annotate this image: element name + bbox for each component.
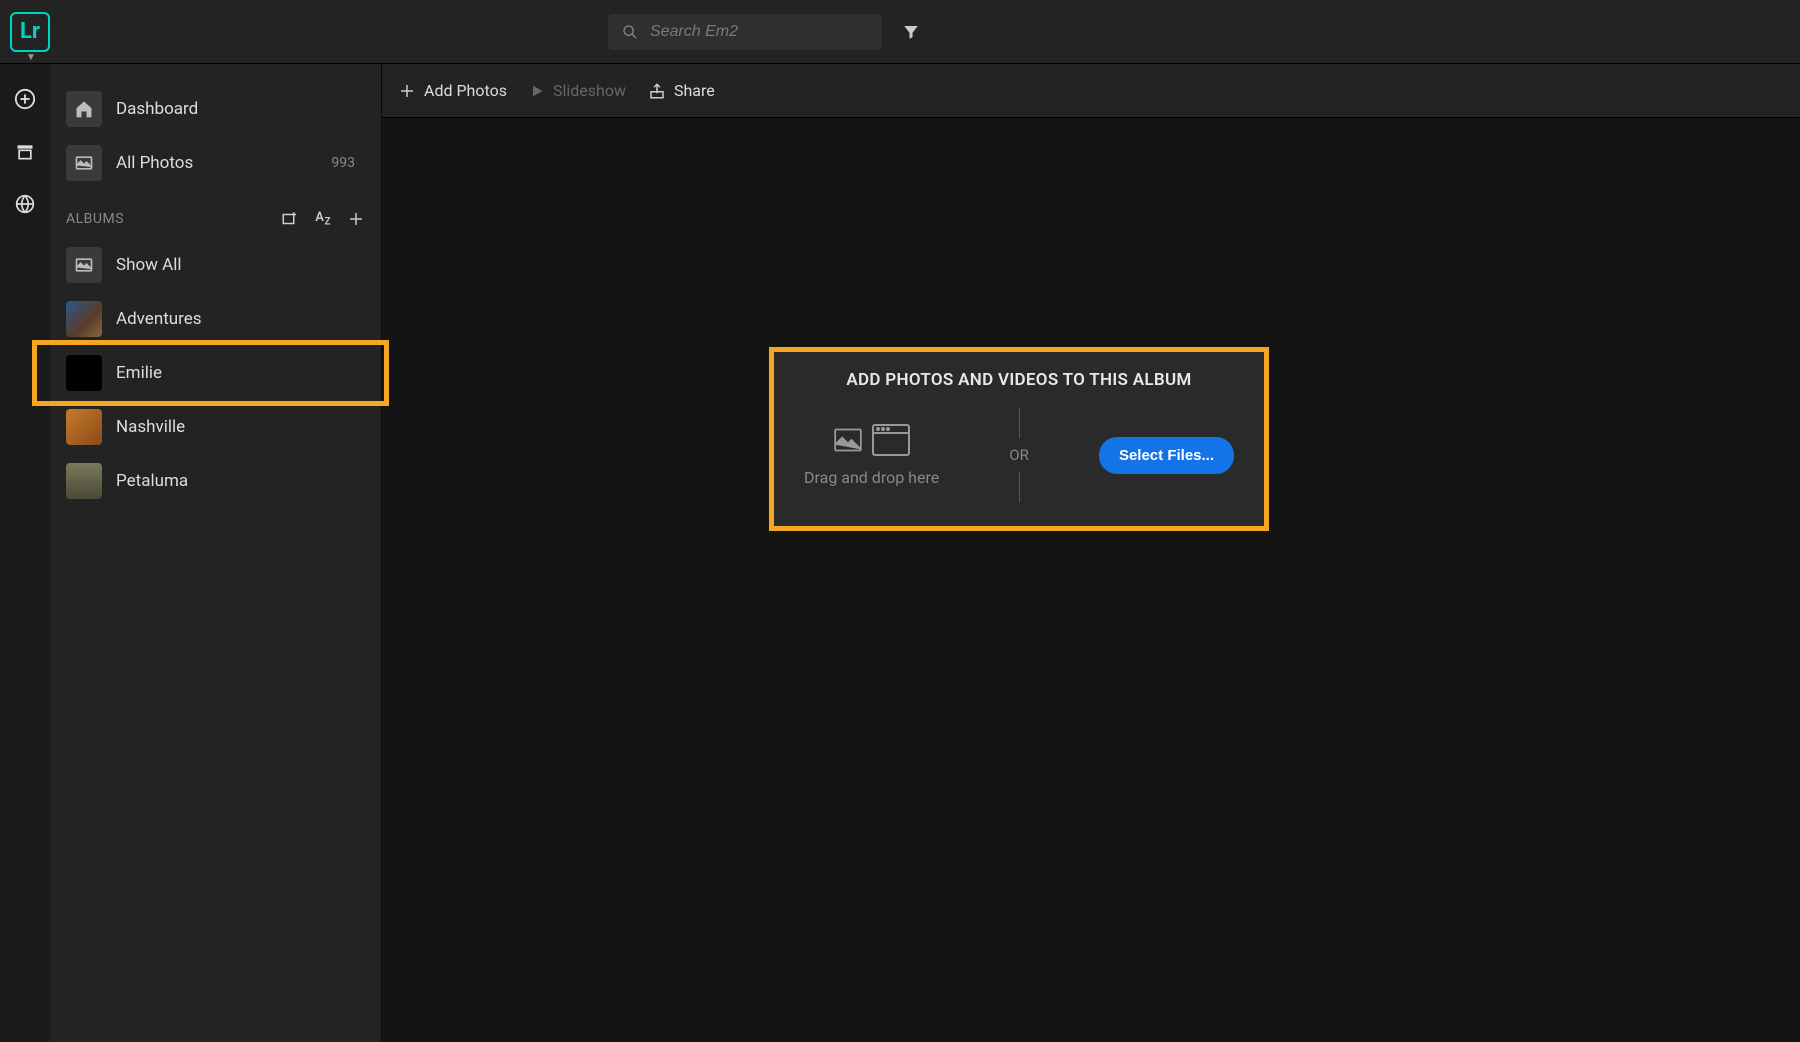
album-item-emilie[interactable]: Emilie bbox=[50, 346, 381, 400]
filter-icon[interactable] bbox=[902, 23, 920, 41]
album-item-label: Adventures bbox=[116, 309, 202, 329]
drag-drop-text: Drag and drop here bbox=[804, 468, 939, 487]
toolbar-label: Share bbox=[674, 81, 715, 100]
new-folder-icon[interactable] bbox=[281, 210, 299, 228]
slideshow-button[interactable]: Slideshow bbox=[529, 81, 626, 100]
toolbar-label: Add Photos bbox=[424, 81, 507, 100]
grid-icon bbox=[66, 247, 102, 283]
search-input[interactable] bbox=[650, 23, 868, 41]
drag-drop-area[interactable]: Drag and drop here bbox=[804, 424, 939, 487]
icon-rail bbox=[0, 64, 50, 1042]
sidebar-item-label: All Photos bbox=[116, 153, 193, 173]
top-bar: Lr ▼ bbox=[0, 0, 1800, 64]
sidebar-item-label: Show All bbox=[116, 255, 182, 275]
or-text: OR bbox=[1009, 446, 1029, 464]
content-toolbar: Add Photos Slideshow Share bbox=[382, 64, 1800, 118]
app-logo[interactable]: Lr bbox=[10, 12, 50, 52]
search-icon bbox=[622, 23, 638, 41]
sidebar: Dashboard All Photos 993 ALBUMS AZ Show … bbox=[50, 64, 382, 1042]
albums-header-label: ALBUMS bbox=[66, 211, 124, 227]
photos-icon bbox=[66, 145, 102, 181]
sidebar-item-all-photos[interactable]: All Photos 993 bbox=[50, 136, 381, 190]
album-item-adventures[interactable]: Adventures bbox=[50, 292, 381, 346]
archive-icon[interactable] bbox=[15, 142, 35, 162]
sidebar-item-label: Dashboard bbox=[116, 99, 198, 119]
all-photos-count: 993 bbox=[331, 155, 365, 171]
add-icon[interactable] bbox=[14, 88, 36, 110]
sidebar-item-show-all[interactable]: Show All bbox=[50, 238, 381, 292]
window-icon bbox=[872, 424, 910, 456]
share-icon bbox=[648, 82, 666, 100]
album-item-label: Emilie bbox=[116, 363, 162, 383]
image-icon bbox=[834, 428, 862, 452]
globe-icon[interactable] bbox=[15, 194, 35, 214]
plus-icon bbox=[398, 82, 416, 100]
app-logo-text: Lr bbox=[20, 19, 40, 44]
album-thumbnail bbox=[66, 301, 102, 337]
album-item-petaluma[interactable]: Petaluma bbox=[50, 454, 381, 508]
album-item-nashville[interactable]: Nashville bbox=[50, 400, 381, 454]
sidebar-item-dashboard[interactable]: Dashboard bbox=[50, 82, 381, 136]
album-item-label: Nashville bbox=[116, 417, 185, 437]
play-icon bbox=[529, 83, 545, 99]
drop-panel-title: ADD PHOTOS AND VIDEOS TO THIS ALBUM bbox=[792, 370, 1246, 390]
add-photos-panel: ADD PHOTOS AND VIDEOS TO THIS ALBUM Drag… bbox=[769, 347, 1269, 531]
add-album-icon[interactable] bbox=[347, 210, 365, 228]
search-box[interactable] bbox=[608, 14, 882, 50]
add-photos-button[interactable]: Add Photos bbox=[398, 81, 507, 100]
select-files-button[interactable]: Select Files... bbox=[1099, 437, 1234, 474]
content-area: Add Photos Slideshow Share ADD PHOTOS AN… bbox=[382, 64, 1800, 1042]
home-icon bbox=[66, 91, 102, 127]
album-item-label: Petaluma bbox=[116, 471, 188, 491]
logo-dropdown-icon[interactable]: ▼ bbox=[26, 52, 36, 63]
or-separator: OR bbox=[1009, 408, 1029, 502]
share-button[interactable]: Share bbox=[648, 81, 715, 100]
albums-header: ALBUMS AZ bbox=[50, 190, 381, 238]
album-thumbnail bbox=[66, 355, 102, 391]
album-thumbnail bbox=[66, 409, 102, 445]
sort-az-icon[interactable]: AZ bbox=[315, 210, 331, 228]
album-thumbnail bbox=[66, 463, 102, 499]
toolbar-label: Slideshow bbox=[553, 81, 626, 100]
